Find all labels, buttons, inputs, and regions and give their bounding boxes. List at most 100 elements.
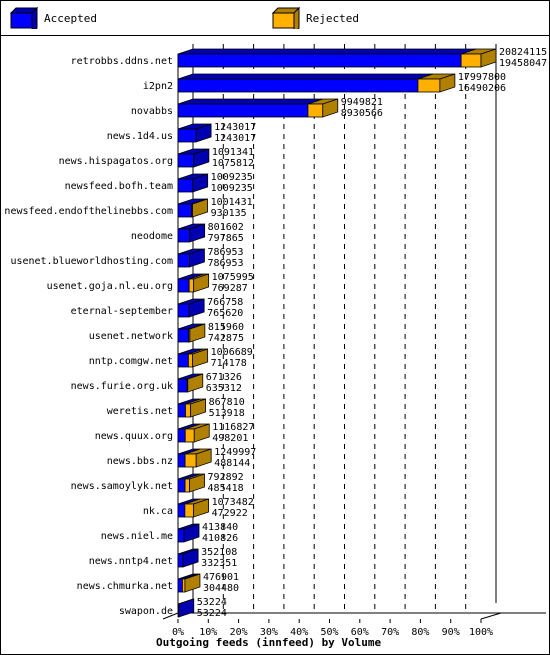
category-label: swapon.de: [119, 606, 173, 617]
category-label: usenet.network: [89, 331, 173, 342]
value-label-total: 786953: [207, 247, 243, 258]
bar-accepted-front: [177, 303, 190, 318]
bar-accepted-front: [177, 128, 197, 143]
x-tick-label: 90%: [442, 627, 460, 638]
value-label-total: 476901: [203, 572, 239, 583]
bar-accepted: [177, 98, 324, 118]
value-label-total: 801602: [208, 222, 244, 233]
bar-accepted-front: [177, 528, 185, 543]
value-label-accepted: 8930566: [341, 108, 383, 119]
category-label: news.nntp4.net: [89, 556, 173, 567]
value-label-total: 9949821: [341, 97, 383, 108]
bar-rejected-front: [307, 103, 324, 118]
value-label-total: 867810: [209, 397, 245, 408]
bar-accepted-front: [177, 278, 190, 293]
value-label-accepted: 513918: [209, 408, 245, 419]
category-label: news.bbs.nz: [107, 456, 173, 467]
category-label: retrobbs.ddns.net: [71, 56, 173, 67]
value-label-accepted: 16490206: [458, 83, 506, 94]
value-label-accepted: 797865: [208, 233, 244, 244]
value-label-accepted: 19458047: [499, 58, 547, 69]
value-label-accepted: 1075812: [212, 158, 254, 169]
bar-rejected-front: [417, 78, 441, 93]
value-label-total: 1009235: [211, 172, 253, 183]
category-label: i2pn2: [143, 81, 173, 92]
bar-accepted-front: [177, 353, 189, 368]
value-label-accepted: 786953: [207, 258, 243, 269]
legend-label-rejected: Rejected: [306, 11, 359, 25]
category-label: weretis.net: [107, 406, 173, 417]
bar-accepted-front: [177, 478, 186, 493]
value-label-total: 17997800: [458, 72, 506, 83]
bar-accepted-top: [177, 73, 434, 80]
category-label: nntp.comgw.net: [89, 356, 173, 367]
rejected-swatch-icon: [272, 7, 300, 29]
bar-accepted-front: [177, 378, 188, 393]
bar-rejected-front: [184, 428, 195, 443]
bar-accepted: [177, 73, 434, 93]
value-label-total: 1249997: [214, 447, 256, 458]
floor-right-edge: [480, 612, 502, 620]
chart-plot: retrobbs.ddns.net i2pn2 novabbs news.1d4.us…: [4, 44, 547, 649]
bar-accepted-top: [177, 48, 477, 55]
value-label-total: 53224: [197, 597, 227, 608]
category-label: usenet.goja.nl.eu.org: [47, 281, 173, 292]
bar-accepted-front: [177, 403, 186, 418]
category-label: news.chmurka.net: [77, 581, 173, 592]
value-label-accepted: 53224: [197, 608, 227, 619]
value-label-total: 352108: [201, 547, 237, 558]
category-label: usenet.blueworldhosting.com: [10, 256, 173, 267]
value-label-total: 1091341: [212, 147, 254, 158]
value-label-accepted: 488144: [214, 458, 250, 469]
bar-accepted-front: [177, 53, 462, 68]
chart-title: Outgoing feeds (innfeed) by Volume: [156, 636, 382, 649]
value-label-accepted: 498201: [212, 433, 248, 444]
value-label-accepted: 304480: [203, 583, 239, 594]
value-label-total: 1006689: [211, 347, 253, 358]
bar-accepted-top: [177, 98, 324, 105]
bar-rejected-front: [184, 503, 195, 518]
bar-end-face: [178, 598, 195, 618]
x-tick-label: 80%: [411, 627, 429, 638]
category-label: eternal-september: [71, 306, 173, 317]
bar-accepted-front: [177, 553, 184, 568]
x-tick-label: 70%: [381, 627, 399, 638]
bar-accepted-front: [177, 578, 183, 593]
value-label-accepted: 410826: [202, 533, 238, 544]
bar-accepted-front: [177, 228, 191, 243]
value-label-total: 413840: [202, 522, 238, 533]
value-label-total: 20824115: [499, 47, 547, 58]
bar-rejected-front: [184, 478, 190, 493]
legend-item-accepted: Accepted: [10, 5, 97, 31]
value-label-total: 1075995: [212, 272, 254, 283]
category-label: news.hispagatos.org: [59, 156, 173, 167]
value-label-accepted: 332351: [201, 558, 237, 569]
category-label: newsfeed.endofthelinebbs.com: [4, 206, 173, 217]
category-label: news.furie.org.uk: [71, 381, 173, 392]
legend-item-rejected: Rejected: [272, 5, 359, 31]
bar-accepted-front: [177, 178, 194, 193]
bar-accepted-front: [177, 328, 190, 343]
bar-accepted-front: [177, 78, 419, 93]
value-label-total: 1001431: [211, 197, 253, 208]
category-label: novabbs: [131, 106, 173, 117]
value-label-total: 792892: [208, 472, 244, 483]
value-label-accepted: 714178: [211, 358, 247, 369]
value-label-accepted: 765620: [207, 308, 243, 319]
value-label-accepted: 769287: [212, 283, 248, 294]
category-label: news.samoylyk.net: [71, 481, 173, 492]
bar-accepted: [177, 48, 477, 68]
bar-rejected-front: [187, 353, 194, 368]
value-label-accepted: 472922: [212, 508, 248, 519]
bar-accepted-front: [177, 253, 190, 268]
bar-accepted-front: [177, 103, 309, 118]
chart-frame: Accepted Rejected retrobbs.ddns.net i2pn2…: [0, 0, 550, 655]
value-label-total: 671326: [206, 372, 242, 383]
value-label-total: 766758: [207, 297, 243, 308]
bar-rejected-front: [188, 278, 195, 293]
x-tick-label: 100%: [469, 627, 493, 638]
legend-label-accepted: Accepted: [44, 11, 97, 25]
value-label-accepted: 1243017: [214, 133, 256, 144]
value-label-total: 1116827: [212, 422, 254, 433]
value-label-accepted: 930135: [211, 208, 247, 219]
